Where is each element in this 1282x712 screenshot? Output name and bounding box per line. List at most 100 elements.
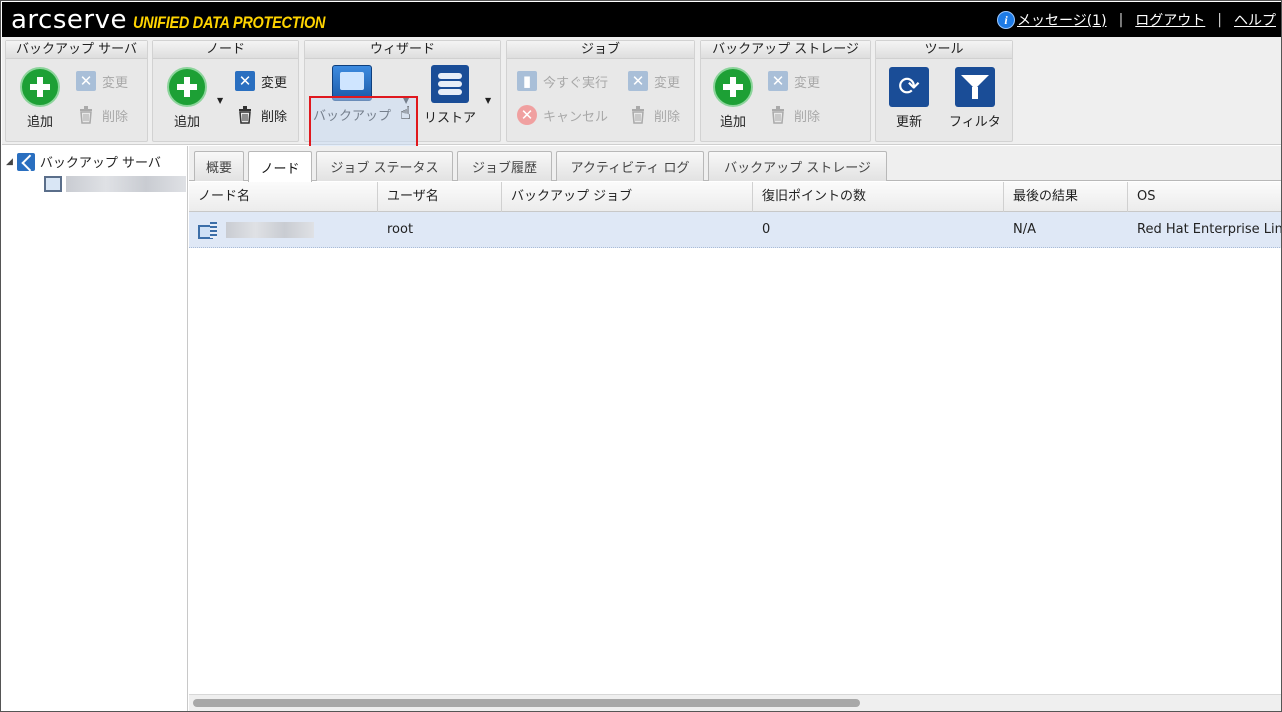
edit-storage-button[interactable]: ✕ 変更 xyxy=(768,71,820,91)
button-label: フィルタ xyxy=(949,115,1001,130)
button-label: 削除 xyxy=(261,109,288,125)
messages-link[interactable]: メッセージ(1) xyxy=(1017,10,1107,30)
add-backup-server-button[interactable]: 追加 xyxy=(20,67,60,130)
button-label: 変更 xyxy=(102,75,129,91)
delete-storage-button[interactable]: 削除 xyxy=(768,105,820,125)
tree-root-label: バックアップ サーバ xyxy=(39,156,161,171)
group-backup-storage: バックアップ ストレージ 追加 ✕ 変更 削除 xyxy=(700,40,871,142)
trash-icon xyxy=(235,105,255,125)
edit-node-button[interactable]: ✕ 変更 xyxy=(235,71,287,91)
tree-item-server[interactable] xyxy=(44,176,186,192)
delete-backup-server-button[interactable]: 削除 xyxy=(76,105,128,125)
logo-text: arcserve xyxy=(11,5,127,35)
edit-icon: ✕ xyxy=(76,71,96,91)
delete-job-button[interactable]: 削除 xyxy=(628,105,680,125)
button-label: 削除 xyxy=(102,109,129,125)
tab-nodes[interactable]: ノード xyxy=(248,151,312,182)
app-window: arcserve UNIFIED DATA PROTECTION i メッセージ… xyxy=(0,0,1282,712)
cancel-job-button[interactable]: ✕ キャンセル xyxy=(517,105,608,125)
group-title: ウィザード xyxy=(305,41,500,59)
cell-os: Red Hat Enterprise Linu xyxy=(1137,222,1282,237)
header-links: i メッセージ(1) | ログアウト | ヘルプ xyxy=(997,10,1276,30)
button-label: 削除 xyxy=(794,109,821,125)
expand-triangle-icon[interactable]: ◢ xyxy=(6,157,13,167)
restore-database-icon xyxy=(431,65,469,103)
button-label: 更新 xyxy=(895,115,922,130)
help-link[interactable]: ヘルプ xyxy=(1234,10,1276,30)
filter-button[interactable]: フィルタ xyxy=(949,67,1001,130)
button-label: 今すぐ実行 xyxy=(543,75,609,91)
tab-activity-log[interactable]: アクティビティ ログ xyxy=(556,151,704,181)
tab-job-history[interactable]: ジョブ履歴 xyxy=(457,151,552,181)
button-label: 変更 xyxy=(654,75,681,91)
refresh-icon: ⟳ xyxy=(889,67,929,107)
add-storage-button[interactable]: 追加 xyxy=(713,67,753,130)
add-node-dropdown-icon[interactable]: ▼ xyxy=(217,96,223,105)
group-title: ツール xyxy=(876,41,1012,59)
separator: | xyxy=(1118,12,1124,28)
column-header-last-result[interactable]: 最後の結果 xyxy=(1004,182,1128,212)
table-row[interactable]: root 0 N/A Red Hat Enterprise Linu xyxy=(189,212,1282,248)
button-label: 変更 xyxy=(794,75,821,91)
redacted-server-name xyxy=(66,176,186,192)
run-now-button[interactable]: ▮ 今すぐ実行 xyxy=(517,71,608,91)
logo-subtitle: UNIFIED DATA PROTECTION xyxy=(132,13,326,32)
refresh-button[interactable]: ⟳ 更新 xyxy=(889,67,929,130)
trash-icon xyxy=(768,105,788,125)
group-title: ノード xyxy=(153,41,298,59)
column-header-recovery-points[interactable]: 復旧ポイントの数 xyxy=(753,182,1004,212)
button-label: リストア xyxy=(424,111,477,126)
cancel-icon: ✕ xyxy=(517,105,537,125)
group-title: バックアップ ストレージ xyxy=(701,41,870,59)
tree-root-backup-server[interactable]: ◢ バックアップ サーバ xyxy=(6,152,161,171)
logo: arcserve UNIFIED DATA PROTECTION xyxy=(11,5,359,35)
tab-overview[interactable]: 概要 xyxy=(194,151,244,181)
server-tree: ◢ バックアップ サーバ xyxy=(2,146,188,711)
edit-job-button[interactable]: ✕ 変更 xyxy=(628,71,680,91)
grid-header: ノード名 ユーザ名 バックアップ ジョブ 復旧ポイントの数 最後の結果 OS xyxy=(189,182,1281,212)
column-header-node-name[interactable]: ノード名 xyxy=(189,182,378,212)
edit-icon: ✕ xyxy=(768,71,788,91)
top-header: arcserve UNIFIED DATA PROTECTION i メッセージ… xyxy=(2,2,1281,37)
column-header-os[interactable]: OS xyxy=(1128,182,1281,212)
group-title: ジョブ xyxy=(507,41,694,59)
trash-icon xyxy=(76,105,96,125)
trash-icon xyxy=(628,105,648,125)
group-job: ジョブ ▮ 今すぐ実行 ✕ 変更 ✕ キャンセル 削除 xyxy=(506,40,695,142)
computer-icon xyxy=(44,176,62,192)
restore-wizard-button[interactable]: リストア xyxy=(424,65,476,126)
button-label: 追加 xyxy=(173,115,200,130)
info-icon[interactable]: i xyxy=(997,11,1015,29)
group-backup-server: バックアップ サーバ 追加 ✕ 変更 削除 xyxy=(5,40,148,142)
node-icon xyxy=(198,221,218,239)
edit-backup-server-button[interactable]: ✕ 変更 xyxy=(76,71,128,91)
edit-icon: ✕ xyxy=(235,71,255,91)
button-label: キャンセル xyxy=(543,109,609,125)
tab-backup-storage[interactable]: バックアップ ストレージ xyxy=(708,151,887,181)
main-tabs: 概要 ノード ジョブ ステータス ジョブ履歴 アクティビティ ログ バックアップ… xyxy=(189,146,1281,182)
filter-icon xyxy=(954,67,995,107)
add-icon xyxy=(20,67,60,107)
tab-job-status[interactable]: ジョブ ステータス xyxy=(316,151,453,181)
add-node-button[interactable]: 追加 xyxy=(167,67,207,130)
cell-node-name xyxy=(189,212,378,248)
ribbon-toolbar: バックアップ サーバ 追加 ✕ 変更 削除 ノード 追加 ▼ ✕ 変更 削除 ウ… xyxy=(2,37,1281,166)
scrollbar-thumb[interactable] xyxy=(193,699,860,707)
run-now-icon: ▮ xyxy=(517,71,537,91)
horizontal-scrollbar[interactable] xyxy=(189,694,1281,711)
column-header-backup-job[interactable]: バックアップ ジョブ xyxy=(502,182,753,212)
delete-node-button[interactable]: 削除 xyxy=(235,105,287,125)
logout-link[interactable]: ログアウト xyxy=(1135,10,1205,30)
redacted-node-name xyxy=(226,221,314,238)
group-node: ノード 追加 ▼ ✕ 変更 削除 xyxy=(152,40,299,142)
cell-backup-job xyxy=(502,212,753,248)
group-tools: ツール ⟳ 更新 フィルタ xyxy=(875,40,1013,142)
button-label: 変更 xyxy=(261,75,288,91)
add-icon xyxy=(167,67,207,107)
column-header-user[interactable]: ユーザ名 xyxy=(378,182,502,212)
cell-recovery-points: 0 xyxy=(762,222,771,237)
mouse-cursor-icon: ☝ xyxy=(400,103,411,124)
button-label: 追加 xyxy=(26,115,53,130)
restore-dropdown-icon[interactable]: ▼ xyxy=(485,96,491,105)
server-group-icon xyxy=(16,152,35,171)
